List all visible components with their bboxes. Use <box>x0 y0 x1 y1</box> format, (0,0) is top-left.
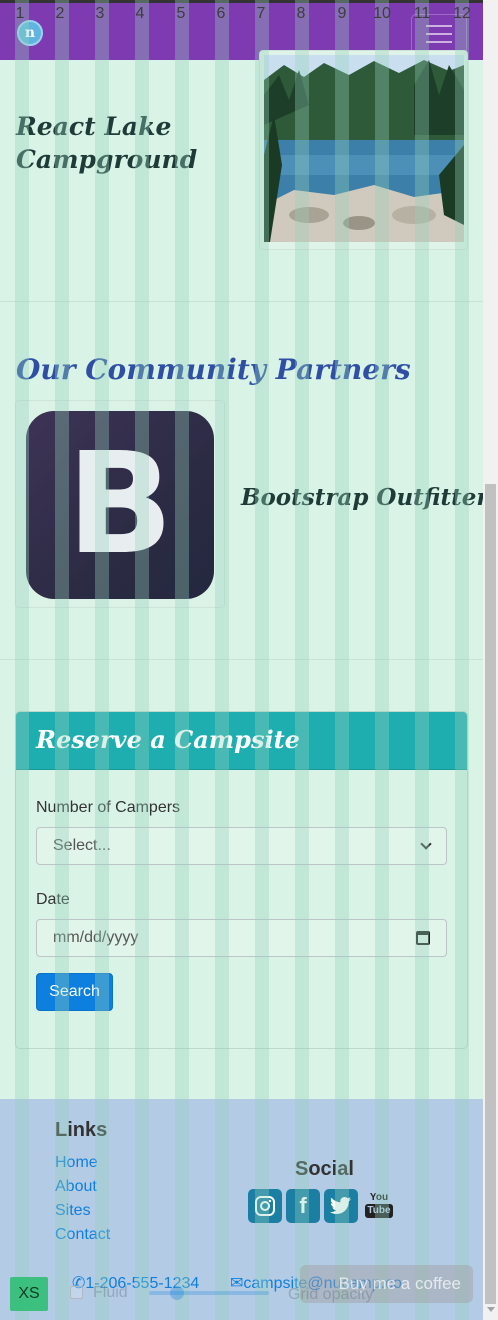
campers-select-value: Select... <box>53 837 111 854</box>
partner-logo-frame: B <box>15 400 225 608</box>
date-input[interactable]: mm/dd/yyyy <box>36 919 447 957</box>
hamburger-icon-bar <box>426 25 452 27</box>
campers-select[interactable]: Select... <box>36 827 447 865</box>
date-placeholder: mm/dd/yyyy <box>53 929 139 946</box>
footer-link-home[interactable]: Home <box>55 1154 98 1172</box>
footer-link-contact[interactable]: Contact <box>55 1226 110 1244</box>
lake-image <box>264 55 464 242</box>
search-button[interactable]: Search <box>36 973 113 1011</box>
youtube-icon[interactable]: You Tube <box>365 1192 393 1222</box>
section-divider <box>0 659 483 660</box>
twitter-glyph <box>330 1197 351 1214</box>
links-heading: Links <box>55 1119 108 1141</box>
partner-name: Bootstrap Outfitters <box>241 484 498 511</box>
grid-opacity-slider-handle[interactable] <box>170 1286 184 1300</box>
page: n React Lake Campground Our Community Pa… <box>0 0 498 1320</box>
facebook-icon[interactable]: f <box>286 1189 320 1223</box>
navbar-toggler-button[interactable] <box>411 14 467 54</box>
calendar-icon[interactable] <box>416 931 430 945</box>
fluid-checkbox[interactable] <box>70 1286 83 1299</box>
section-divider <box>0 301 483 302</box>
facebook-glyph: f <box>299 1193 307 1218</box>
scrollbar-thumb[interactable] <box>485 484 496 1304</box>
fluid-label: Fluid <box>93 1284 128 1301</box>
breakpoint-badge: XS <box>10 1277 48 1311</box>
instagram-icon[interactable] <box>248 1189 282 1223</box>
social-heading: Social <box>295 1158 354 1180</box>
youtube-tube: Tube <box>365 1204 393 1218</box>
footer-link-sites[interactable]: Sites <box>55 1202 91 1220</box>
bootstrap-logo-icon: B <box>26 411 214 599</box>
partners-heading: Our Community Partners <box>16 353 411 386</box>
brand-logo[interactable]: n <box>17 20 43 46</box>
campsite-image-frame <box>259 50 468 250</box>
card-title: Reserve a Campsite <box>36 725 300 754</box>
campsite-title: React Lake Campground <box>16 112 198 174</box>
hamburger-icon-bar <box>426 41 452 43</box>
hamburger-icon-bar <box>426 33 452 35</box>
chevron-down-icon <box>420 838 432 850</box>
scrollbar[interactable] <box>483 0 498 1320</box>
reserve-campsite-card: Reserve a Campsite Number of Campers Sel… <box>15 711 468 1049</box>
footer-link-about[interactable]: About <box>55 1178 97 1196</box>
scroll-down-arrow-icon[interactable] <box>487 1307 495 1312</box>
youtube-you: You <box>369 1192 389 1203</box>
twitter-icon[interactable] <box>324 1189 358 1223</box>
envelope-icon: ✉ <box>230 1275 244 1292</box>
campers-label: Number of Campers <box>36 799 181 816</box>
card-header: Reserve a Campsite <box>16 712 467 770</box>
grid-opacity-label: Grid opacity <box>288 1286 374 1303</box>
date-label: Date <box>36 891 70 908</box>
grid-opacity-slider[interactable] <box>149 1291 269 1295</box>
instagram-glyph <box>255 1196 275 1216</box>
